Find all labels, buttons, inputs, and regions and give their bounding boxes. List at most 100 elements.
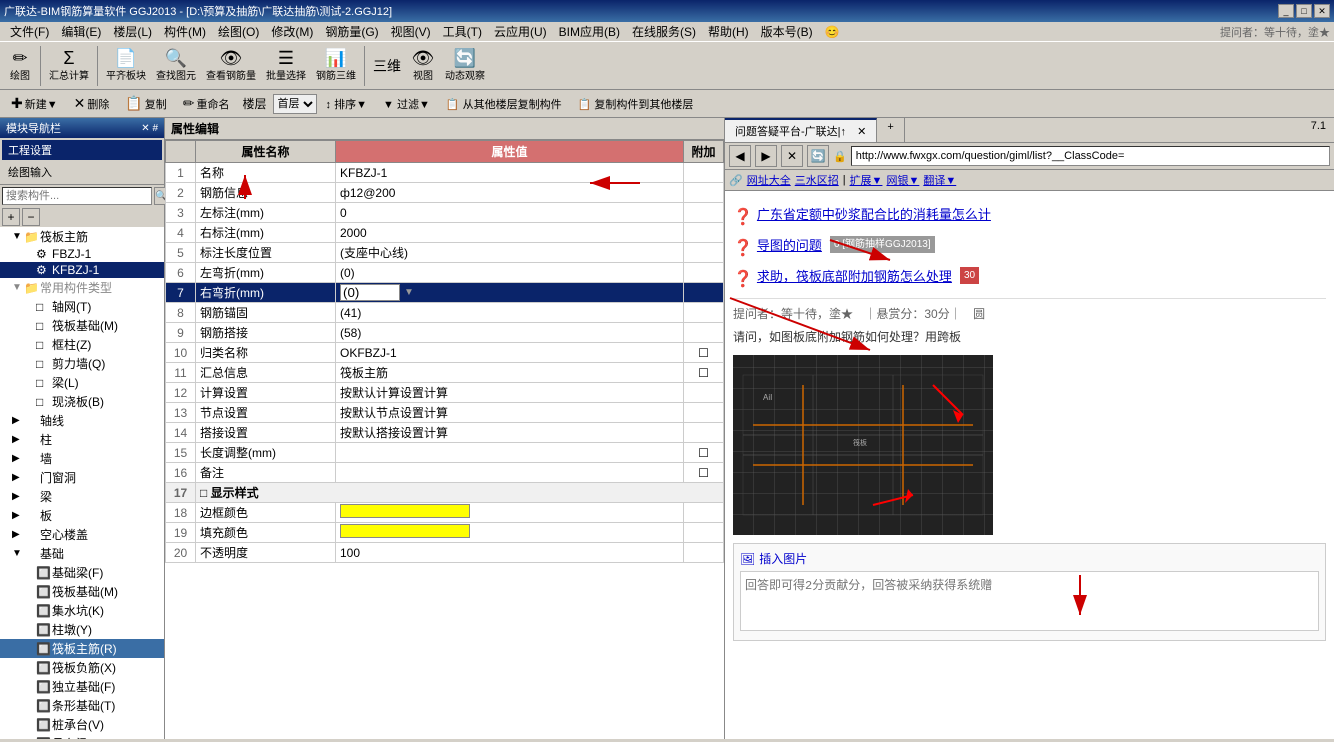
menu-online[interactable]: 在线服务(S) (626, 21, 702, 42)
copy-button[interactable]: 📋 复制 (118, 92, 173, 115)
back-button[interactable]: ◀ (729, 145, 751, 167)
maximize-button[interactable]: □ (1296, 4, 1312, 18)
tree-fnd-strip[interactable]: 🔲 条形基础(T) (0, 696, 164, 715)
copy-from-floor-button[interactable]: 📋 从其他楼层复制构件 (439, 93, 569, 115)
tree-fnd-pit[interactable]: 🔲 集水坑(K) (0, 601, 164, 620)
prop-val-19[interactable] (336, 523, 684, 543)
view-button[interactable]: 👁 视图 (407, 47, 439, 84)
link-sanshui[interactable]: 三水区招 (795, 172, 839, 188)
rebar-3d-button[interactable]: 📊 钢筋三维 (312, 47, 360, 84)
refresh-button[interactable]: 🔄 (807, 145, 829, 167)
menu-tools[interactable]: 工具(T) (437, 21, 488, 42)
prop-val-13[interactable]: 按默认节点设置计算 (336, 403, 684, 423)
batch-select-button[interactable]: ☰ 批量选择 (262, 47, 310, 84)
prop-val-9[interactable]: (58) (336, 323, 684, 343)
link-expand[interactable]: 扩展▼ (850, 172, 883, 188)
tree-wall-group[interactable]: ▶ 墙 (0, 449, 164, 468)
tree-opening-group[interactable]: ▶ 门窗洞 (0, 468, 164, 487)
prop-val-20[interactable]: 100 (336, 543, 684, 563)
find-button[interactable]: 🔍 查找图元 (152, 47, 200, 84)
browser-tab-qa[interactable]: 问题答疑平台-广联达|↑ ✕ (725, 118, 877, 142)
tree-col[interactable]: □ 框柱(Z) (0, 335, 164, 354)
tree-fnd-main-rebar[interactable]: 🔲 筏板主筋(R) (0, 639, 164, 658)
prop-val-11[interactable]: 筏板主筋 (336, 363, 684, 383)
menu-draw[interactable]: 绘图(O) (212, 21, 265, 42)
link-sites[interactable]: 网址大全 (747, 172, 791, 188)
navigator-close-button[interactable]: ✕ # (141, 123, 158, 134)
delete-button[interactable]: ✕ 删除 (67, 92, 117, 115)
eng-settings-item[interactable]: 工程设置 (2, 140, 162, 160)
tree-item-fasui-main[interactable]: ▼ 📁 筏板主筋 (0, 227, 164, 246)
menu-component[interactable]: 构件(M) (158, 21, 212, 42)
menu-rebar[interactable]: 钢筋量(G) (319, 21, 384, 42)
tree-beam-group[interactable]: ▶ 梁 (0, 487, 164, 506)
prop-val-1[interactable]: KFBZJ-1 (336, 163, 684, 183)
close-button[interactable]: ✕ (1314, 4, 1330, 18)
tree-fnd-cap[interactable]: 🔲 柱墩(Y) (0, 620, 164, 639)
prop-val-6[interactable]: (0) (336, 263, 684, 283)
browser-tab-close[interactable]: ✕ (857, 126, 866, 138)
menu-bim[interactable]: BIM应用(B) (553, 21, 626, 42)
question-link-3[interactable]: 求助，筏板底部附加钢筋怎么处理 (757, 267, 952, 287)
tree-axis[interactable]: □ 轴网(T) (0, 297, 164, 316)
rebar-bend-right-input[interactable] (340, 284, 400, 301)
question-link-2[interactable]: 导图的问题 (757, 236, 822, 256)
prop-val-5[interactable]: (支座中心线) (336, 243, 684, 263)
menu-version[interactable]: 版本号(B) (755, 21, 819, 42)
dropdown-icon[interactable]: ▼ (404, 287, 414, 298)
tree-fnd-capbeam[interactable]: 🔲 承台梁(F) (0, 734, 164, 739)
menu-modify[interactable]: 修改(M) (265, 21, 319, 42)
new-button[interactable]: ✚ 新建▼ (4, 92, 65, 115)
prop-val-3[interactable]: 0 (336, 203, 684, 223)
tree-raft[interactable]: □ 筏板基础(M) (0, 316, 164, 335)
tree-fnd-isolated[interactable]: 🔲 独立基础(F) (0, 677, 164, 696)
answer-input[interactable] (740, 571, 1319, 631)
prop-val-15[interactable] (336, 443, 684, 463)
fill-color-swatch[interactable] (340, 524, 470, 538)
prop-val-7[interactable]: ▼ (336, 283, 684, 303)
menu-file[interactable]: 文件(F) (4, 21, 55, 42)
tree-fnd-beam[interactable]: 🔲 基础梁(F) (0, 563, 164, 582)
link-bank[interactable]: 网银▼ (886, 172, 919, 188)
tree-fnd-pilecap[interactable]: 🔲 桩承台(V) (0, 715, 164, 734)
forward-button[interactable]: ▶ (755, 145, 777, 167)
prop-val-4[interactable]: 2000 (336, 223, 684, 243)
tree-slab[interactable]: □ 现浇板(B) (0, 392, 164, 411)
url-bar[interactable] (851, 146, 1330, 166)
minimize-button[interactable]: _ (1278, 4, 1294, 18)
prop-val-8[interactable]: (41) (336, 303, 684, 323)
filter-button[interactable]: ▼ 过滤▼ (376, 93, 437, 115)
link-translate[interactable]: 翻译▼ (923, 172, 956, 188)
tree-fnd-raft[interactable]: 🔲 筏板基础(M) (0, 582, 164, 601)
tree-col-group[interactable]: ▶ 柱 (0, 430, 164, 449)
3d-button[interactable]: 三维 (369, 57, 405, 75)
tree-fnd-neg-rebar[interactable]: 🔲 筏板负筋(X) (0, 658, 164, 677)
browser-new-tab[interactable]: + (877, 118, 904, 142)
floor-select[interactable]: 首层 (273, 94, 317, 114)
sum-button[interactable]: Σ 汇总计算 (45, 47, 93, 84)
copy-to-floor-button[interactable]: 📋 复制构件到其他楼层 (571, 93, 701, 115)
tree-collapse-btn[interactable]: − (22, 208, 40, 226)
tree-expand-btn[interactable]: + (2, 208, 20, 226)
menu-emoji[interactable]: 😊 (819, 23, 846, 41)
search-input[interactable] (2, 187, 152, 205)
prop-val-10[interactable]: OKFBZJ-1 (336, 343, 684, 363)
sort-button[interactable]: ↕ 排序▼ (319, 93, 374, 115)
rename-button[interactable]: ✏ 重命名 (176, 92, 237, 115)
prop-val-2[interactable]: ф12@200 (336, 183, 684, 203)
tree-slab-group[interactable]: ▶ 板 (0, 506, 164, 525)
prop-val-16[interactable] (336, 463, 684, 483)
view-rebar-button[interactable]: 👁 查看钢筋量 (202, 47, 260, 84)
menu-cloud[interactable]: 云应用(U) (488, 21, 553, 42)
tree-item-kfbzj1[interactable]: ⚙ KFBZJ-1 (0, 262, 164, 278)
prop-val-18[interactable] (336, 503, 684, 523)
prop-val-14[interactable]: 按默认搭接设置计算 (336, 423, 684, 443)
tree-foundation-group[interactable]: ▼ 基础 (0, 544, 164, 563)
stop-button[interactable]: ✕ (781, 145, 803, 167)
flatboard-button[interactable]: 📄 平齐板块 (102, 47, 150, 84)
orbit-button[interactable]: 🔄 动态观察 (441, 47, 489, 84)
draw-button[interactable]: ✏ 绘图 (4, 47, 36, 84)
menu-help[interactable]: 帮助(H) (702, 21, 755, 42)
menu-view[interactable]: 视图(V) (385, 21, 437, 42)
border-color-swatch[interactable] (340, 504, 470, 518)
